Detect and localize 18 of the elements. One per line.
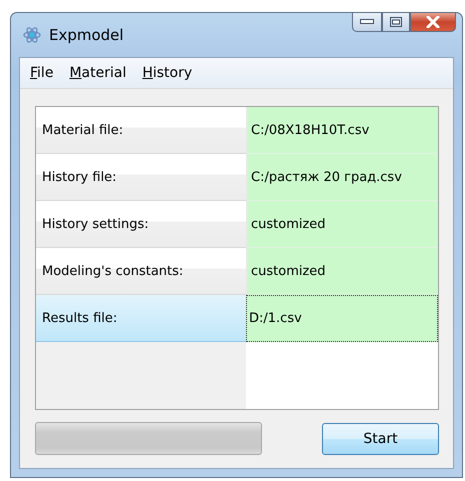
close-button[interactable] [410,12,456,32]
menu-item[interactable]: File [24,63,60,83]
window-title: Expmodel [49,26,124,44]
close-icon [426,16,440,28]
menu-item[interactable]: Material [63,63,132,83]
row-label[interactable]: Results file: [36,295,246,342]
maximize-button[interactable] [382,12,410,32]
menu-item[interactable]: History [136,63,198,83]
value-cell[interactable]: C:/растяж 20 град.csv [246,154,438,201]
atom-icon [23,26,41,44]
value-cell[interactable]: C:/08X18H10T.csv [246,107,438,154]
maximize-icon [390,17,402,27]
minimize-button[interactable] [352,12,382,32]
minimize-icon [360,19,374,25]
start-button[interactable]: Start [322,422,439,454]
value-cell[interactable]: customized [246,248,438,295]
value-cell[interactable]: D:/1.csv [246,295,438,342]
value-cell[interactable]: customized [246,201,438,248]
